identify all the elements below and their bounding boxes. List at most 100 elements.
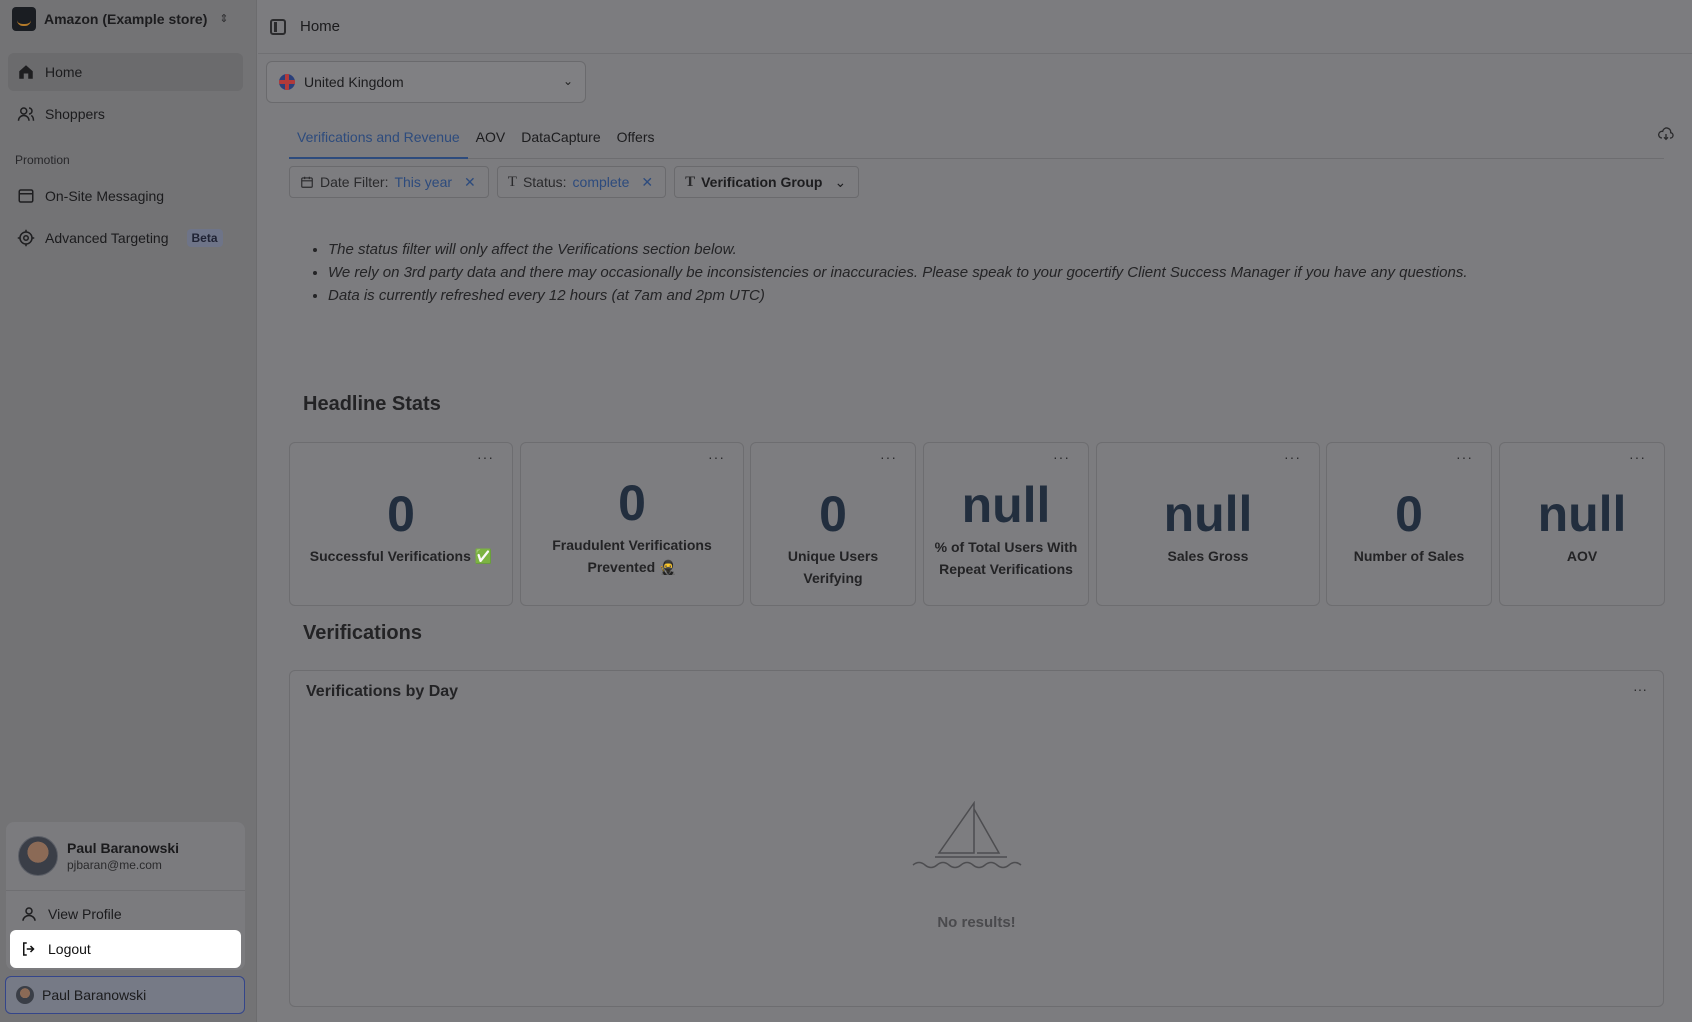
verification-group-label: Verification Group — [701, 174, 823, 190]
close-icon[interactable]: ✕ — [641, 174, 653, 191]
logout-label: Logout — [48, 941, 91, 957]
stat-label: Successful Verifications ✅ — [309, 548, 493, 564]
stat-value: null — [1537, 486, 1627, 542]
breadcrumb: Home — [300, 18, 341, 35]
stat-label: Fraudulent Verifications Prevented 🥷 — [552, 537, 712, 575]
stat-label: AOV — [1566, 548, 1598, 564]
user-icon — [22, 907, 36, 921]
status-filter-chip[interactable]: T Status: complete ✕ — [496, 166, 667, 198]
more-options-icon[interactable]: ··· — [1629, 449, 1646, 465]
empty-state-text: No results! — [937, 914, 1016, 931]
window-icon — [18, 189, 34, 203]
more-options-icon[interactable]: ··· — [477, 449, 494, 465]
tab-datacapture[interactable]: DataCapture — [513, 121, 608, 159]
dashboard-tabs: Verifications and Revenue AOV DataCaptur… — [289, 121, 1664, 159]
sidebar-item-home[interactable]: Home — [8, 53, 243, 91]
stat-value: 0 — [819, 486, 847, 542]
more-options-icon[interactable]: ··· — [880, 449, 897, 465]
more-options-icon[interactable]: ··· — [708, 449, 725, 465]
calendar-icon — [301, 176, 313, 188]
note-item: We rely on 3rd party data and there may … — [328, 261, 1468, 284]
user-email: pjbaran@me.com — [67, 858, 162, 872]
verifications-by-day-panel: Verifications by Day ··· No results! — [289, 670, 1664, 1007]
status-filter-label: Status: — [522, 174, 567, 190]
beta-badge: Beta — [186, 229, 223, 247]
user-menu-popover: Paul Baranowski pjbaran@me.com View Prof… — [6, 822, 245, 970]
sidebar-item-label: Home — [45, 64, 83, 80]
close-icon[interactable]: ✕ — [464, 174, 476, 191]
date-filter-label: Date Filter: — [320, 174, 389, 190]
logout-menu-item[interactable]: Logout — [10, 930, 241, 968]
stat-card: ··· 0 Fraudulent Verifications Prevented… — [520, 442, 744, 606]
info-notes: The status filter will only affect the V… — [328, 238, 1468, 307]
users-icon — [17, 107, 35, 121]
stat-value: 0 — [387, 486, 415, 542]
store-name: Amazon (Example store) — [44, 11, 208, 27]
tab-offers[interactable]: Offers — [609, 121, 663, 159]
stat-card: ··· null Sales Gross — [1096, 442, 1320, 606]
stat-value: 0 — [1395, 486, 1423, 542]
main-content: United Kingdom ⌄ Verifications and Reven… — [258, 55, 1692, 1022]
country-select-value: United Kingdom — [304, 74, 404, 90]
verifications-title: Verifications — [303, 622, 422, 644]
logout-icon — [23, 942, 35, 956]
stat-card: ··· null AOV — [1499, 442, 1665, 606]
chevron-up-down-icon: ⇕ — [219, 13, 229, 25]
date-filter-value: This year — [394, 174, 453, 190]
sidebar-item-on-site-messaging[interactable]: On-Site Messaging — [8, 177, 243, 215]
sidebar: Amazon (Example store) ⇕ Home Shoppers P… — [0, 0, 257, 1022]
home-icon — [19, 65, 33, 79]
date-filter-chip[interactable]: Date Filter: This year ✕ — [289, 166, 489, 198]
more-options-icon[interactable]: ··· — [1053, 449, 1070, 465]
headline-stats-title: Headline Stats — [303, 393, 441, 415]
note-item: Data is currently refreshed every 12 hou… — [328, 284, 1468, 307]
user-name: Paul Baranowski — [42, 987, 147, 1003]
chevron-down-icon: ⌄ — [834, 173, 847, 190]
user-menu-trigger[interactable]: Paul Baranowski — [5, 976, 245, 1014]
stat-value: null — [1163, 486, 1253, 542]
more-options-icon[interactable]: ··· — [1633, 681, 1647, 697]
country-select[interactable]: United Kingdom ⌄ — [266, 61, 586, 103]
sidebar-item-advanced-targeting[interactable]: Advanced Targeting Beta — [8, 219, 243, 257]
user-name: Paul Baranowski — [67, 840, 180, 856]
stat-card: ··· 0 Unique Users Verifying — [750, 442, 916, 606]
tab-verifications-and-revenue[interactable]: Verifications and Revenue — [289, 121, 468, 159]
view-profile-label: View Profile — [48, 906, 122, 922]
avatar — [16, 986, 34, 1004]
sidebar-item-shoppers[interactable]: Shoppers — [8, 95, 243, 133]
chevron-down-icon: ⌄ — [562, 74, 573, 88]
sidebar-item-label: On-Site Messaging — [45, 188, 165, 204]
stat-value: null — [961, 477, 1051, 533]
uk-flag-icon — [279, 74, 295, 90]
tab-aov[interactable]: AOV — [468, 121, 514, 159]
panel-title: Verifications by Day — [306, 683, 459, 700]
sidebar-item-label: Advanced Targeting — [45, 230, 169, 246]
user-menu-header: Paul Baranowski pjbaran@me.com — [18, 836, 179, 876]
view-profile-menu-item[interactable]: View Profile — [10, 895, 241, 933]
top-bar: Home — [258, 0, 1692, 54]
stat-value: 0 — [618, 475, 646, 531]
sidebar-section-label: Promotion — [15, 153, 70, 167]
target-icon — [17, 229, 35, 247]
text-type-icon: T — [507, 173, 517, 190]
stat-label: % of Total Users With Repeat Verificatio… — [934, 539, 1078, 577]
sidebar-item-label: Shoppers — [45, 106, 105, 122]
store-switcher[interactable]: Amazon (Example store) ⇕ — [12, 7, 229, 31]
text-type-icon: T — [685, 173, 696, 190]
divider — [6, 890, 245, 891]
stat-label: Unique Users Verifying — [787, 548, 879, 586]
cloud-download-icon[interactable] — [1658, 127, 1674, 141]
avatar — [18, 836, 58, 876]
more-options-icon[interactable]: ··· — [1456, 449, 1473, 465]
sidebar-toggle-icon[interactable] — [270, 18, 286, 35]
filter-bar: Date Filter: This year ✕ T Status: compl… — [289, 166, 860, 198]
verification-group-filter[interactable]: T Verification Group ⌄ — [674, 166, 860, 198]
stat-label: Number of Sales — [1353, 548, 1465, 564]
stat-card: ··· 0 Number of Sales — [1326, 442, 1492, 606]
note-item: The status filter will only affect the V… — [328, 238, 1468, 261]
stat-card: ··· 0 Successful Verifications ✅ — [289, 442, 513, 606]
amazon-logo-icon — [12, 7, 36, 31]
more-options-icon[interactable]: ··· — [1284, 449, 1301, 465]
sailboat-icon — [912, 801, 1022, 869]
stat-label: Sales Gross — [1167, 548, 1249, 564]
